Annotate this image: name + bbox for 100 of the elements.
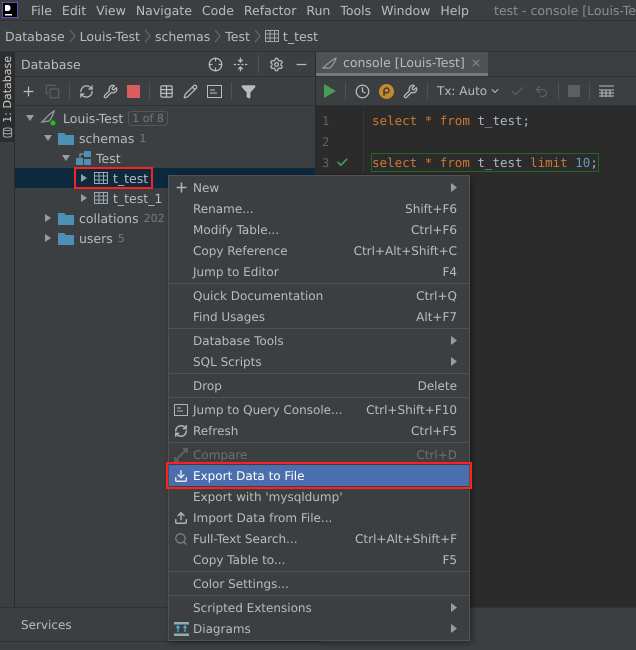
refresh-icon [174,424,188,438]
edit-icon[interactable] [183,84,198,98]
collapse-icon[interactable] [233,56,248,72]
refresh-icon[interactable] [79,84,94,98]
properties-icon[interactable] [103,84,118,98]
menu-item[interactable]: View [91,2,131,18]
context-menu-item[interactable]: Color Settings... [169,573,469,594]
context-menu-item[interactable]: Jump to Query Console... Ctrl+Shift+F10 [169,399,469,420]
table-icon [94,192,108,204]
item-count: 202 [144,212,165,224]
tree-item[interactable]: Louis-Test [63,110,124,126]
download-icon [174,468,188,482]
window-title: test - console [Louis-Te [494,2,636,18]
breadcrumb-item[interactable]: Test [225,28,250,44]
submenu-arrow-icon [451,603,457,612]
add-icon[interactable] [21,84,36,98]
menu-item[interactable]: Run [301,2,336,18]
breadcrumb-item[interactable]: Database [5,28,65,44]
tree-item[interactable]: collations [79,210,139,226]
tree-item[interactable]: schemas [79,130,134,146]
menu-item[interactable]: Edit [56,2,92,18]
context-menu-item[interactable]: Refresh Ctrl+F5 [169,420,469,441]
run-icon[interactable] [324,84,336,98]
code-line: select * from t_test limit 10; [372,154,598,171]
context-menu-item[interactable]: Jump to Editor F4 [169,261,469,282]
context-menu-item[interactable]: Modify Table... Ctrl+F6 [169,219,469,240]
compare-icon [174,448,188,462]
context-menu-item[interactable]: Copy Reference Ctrl+Alt+Shift+C [169,240,469,261]
datasource-icon [40,110,58,126]
item-count: 1 [139,132,146,144]
chevron-icon [68,29,76,43]
breadcrumb-item[interactable]: Louis-Test [80,28,140,44]
settings-icon[interactable] [269,56,284,72]
table-icon [94,172,108,184]
context-menu-item[interactable]: Export Data to File [169,465,469,486]
context-menu-item[interactable]: Diagrams [169,618,469,639]
tree-item[interactable]: users [79,230,113,246]
locate-icon[interactable] [208,56,223,72]
console-icon[interactable] [207,84,222,98]
output-layout-icon[interactable] [599,84,614,98]
folder-icon [58,232,74,244]
editor-tab[interactable]: console [Louis-Test] [316,52,488,76]
transaction-mode-dropdown[interactable]: Tx: Auto [437,84,502,98]
context-menu-item[interactable]: Quick Documentation Ctrl+Q [169,285,469,306]
menu-item[interactable]: Navigate [130,2,197,18]
app-logo [2,2,18,18]
context-menu-item[interactable]: Rename... Shift+F6 [169,198,469,219]
menu-item[interactable]: Window [376,2,436,18]
submenu-arrow-icon [451,357,457,366]
stop-icon[interactable] [127,84,140,98]
tree-item[interactable]: t_test_1 [113,190,162,206]
breadcrumb-item[interactable]: schemas [154,28,210,44]
breadcrumb-item[interactable]: t_test [282,28,318,44]
menu-item[interactable]: Refactor [238,2,302,18]
menu-item[interactable]: File [26,2,57,18]
context-menu-item[interactable]: Find Usages Alt+F7 [169,306,469,327]
line-number: 2 [322,134,330,148]
menu-item[interactable]: Tools [335,2,376,18]
chevron-icon [254,29,261,43]
upload-icon [174,510,188,524]
context-menu-item[interactable]: Copy Table to... F5 [169,549,469,570]
line-number: 3 [322,156,330,170]
parameter-icon[interactable] [379,84,394,98]
success-check-icon [336,156,349,169]
history-icon[interactable] [355,84,370,98]
database-icon [2,126,12,138]
submenu-arrow-icon [451,183,457,192]
table-icon[interactable] [159,84,174,98]
code-line: select * from t_test; [372,112,530,129]
tree-item[interactable]: Test [96,150,121,166]
context-menu-item[interactable]: Drop Delete [169,375,469,396]
context-menu-item[interactable]: Scripted Extensions [169,597,469,618]
chevron-icon [214,29,222,43]
filter-icon[interactable] [241,84,256,98]
wrench-icon[interactable] [403,84,418,98]
folder-icon [58,132,74,144]
tool-window-tab[interactable]: 1: Database [0,52,14,142]
context-menu-item[interactable]: Import Data from File... [169,507,469,528]
context-menu-item[interactable]: Export with 'mysqldump' [169,486,469,507]
folder-icon [58,212,74,224]
plus-icon [174,180,188,195]
table-icon [264,30,279,42]
context-menu-item[interactable]: SQL Scripts [169,351,469,372]
console-icon [174,404,188,416]
submenu-arrow-icon [451,624,457,633]
context-menu-item[interactable]: Database Tools [169,330,469,351]
position-badge: 1 of 8 [128,110,168,126]
line-number: 1 [322,114,330,128]
context-menu-item[interactable]: Full-Text Search... Ctrl+Alt+Shift+F [169,528,469,549]
item-count: 5 [118,232,125,244]
panel-title: Services [21,618,72,632]
close-icon [470,56,482,68]
schema-icon [76,151,91,165]
menu-item[interactable]: Code [196,2,239,18]
diagram-icon [174,622,188,636]
menu-item[interactable]: Help [435,2,474,18]
chevron-icon [144,29,151,43]
tree-item[interactable]: t_test [113,170,148,186]
submenu-arrow-icon [451,336,457,345]
console-tab-icon [322,56,338,68]
